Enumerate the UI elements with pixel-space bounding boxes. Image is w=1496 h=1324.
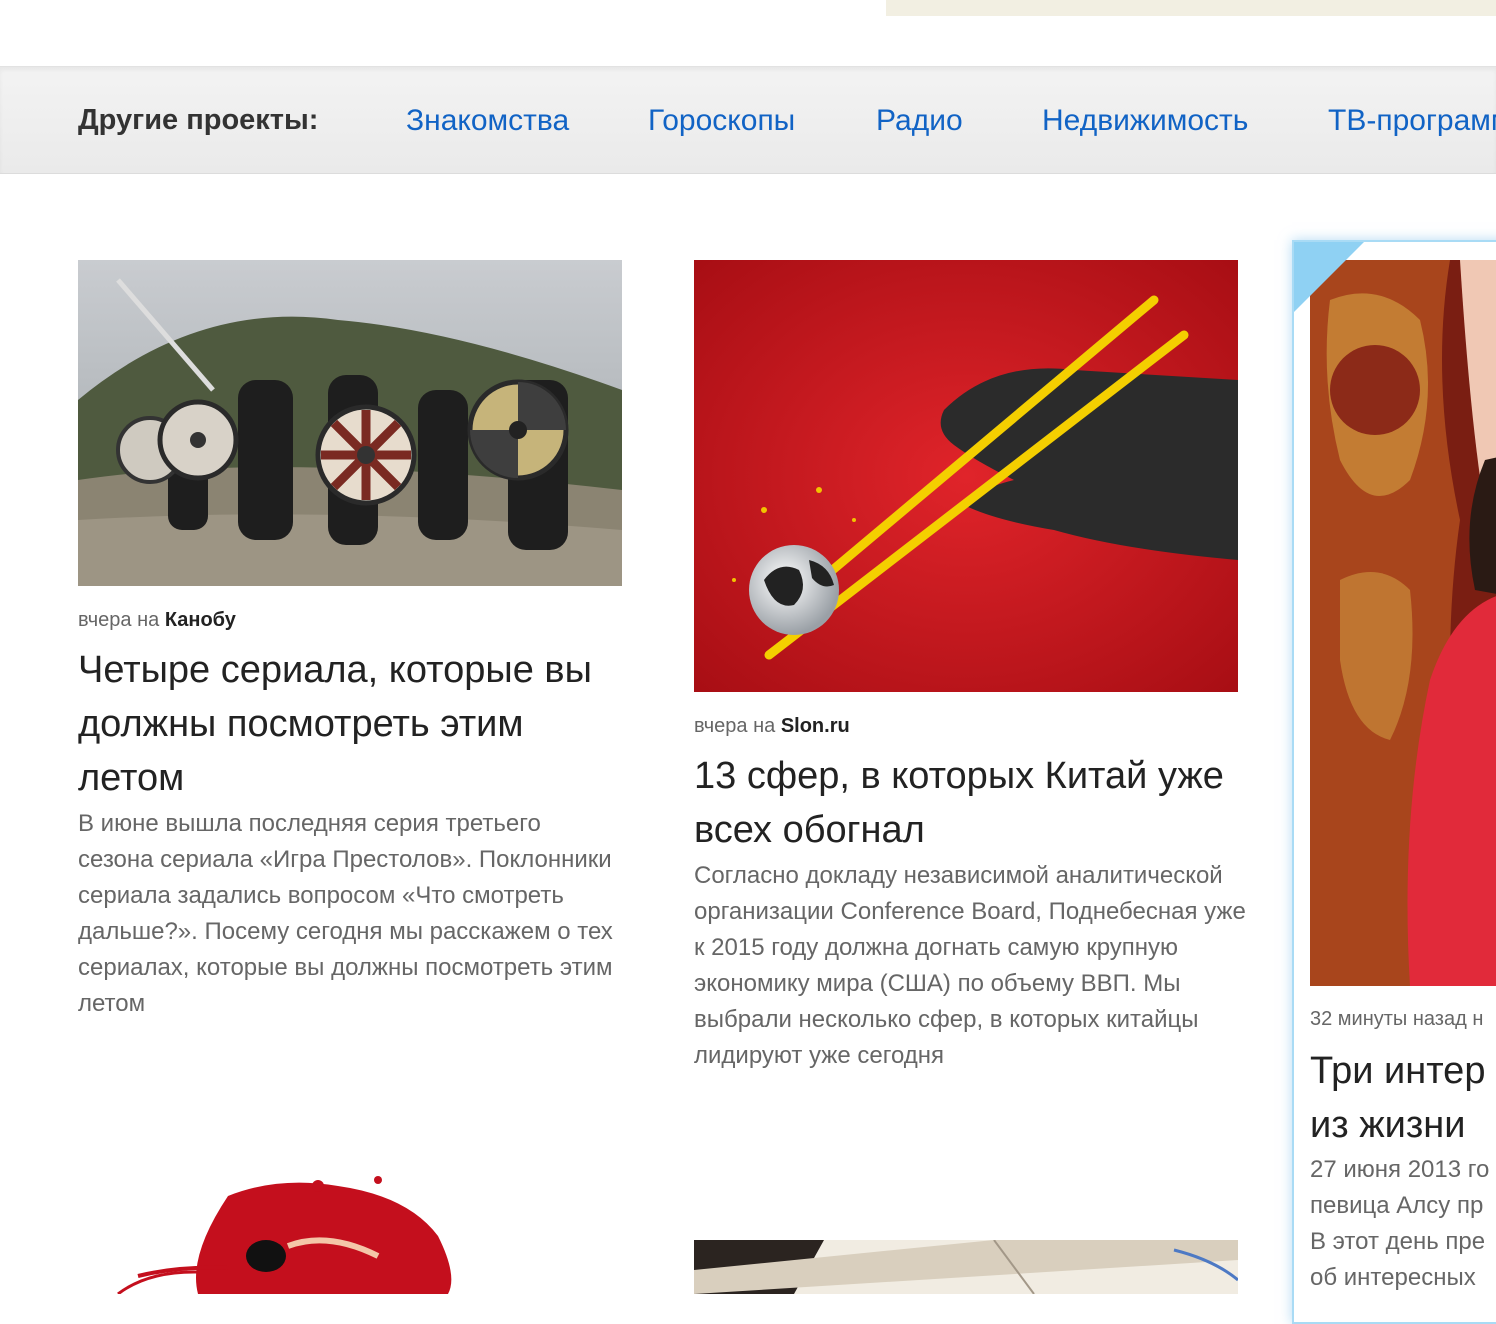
article-time: 32 минуты назад н: [1310, 1008, 1484, 1030]
article-title-line: Три интер: [1310, 1050, 1486, 1092]
other-projects-bar: Другие проекты: Знакомства Гороскопы Рад…: [0, 66, 1496, 174]
article-source-name[interactable]: Slon.ru: [781, 715, 850, 737]
project-link-dating[interactable]: Знакомства: [406, 104, 569, 138]
article-lead: Согласно докладу независимой аналитическ…: [694, 862, 1246, 1069]
article-source: вчера на Канобу: [78, 609, 236, 632]
featured-corner-flag: [1294, 242, 1364, 312]
article-lead-line: В этот день пре: [1310, 1228, 1486, 1255]
featured-article-card[interactable]: 32 минуты назад н Три интер из жизни 27 …: [1292, 240, 1496, 1324]
chopsticks-illustration: [694, 260, 1238, 692]
article-source-name[interactable]: Канобу: [165, 609, 236, 631]
article-image-chopsticks[interactable]: [694, 260, 1238, 692]
article-title[interactable]: Три интер из жизни: [1310, 1044, 1496, 1152]
article-lead-line: об интересных: [1310, 1264, 1476, 1291]
article-source: 32 минуты назад н: [1310, 1008, 1483, 1031]
other-projects-label: Другие проекты:: [78, 104, 319, 136]
red-splash-photo: [78, 1176, 622, 1294]
article-lead-line: певица Алсу пр: [1310, 1192, 1484, 1219]
article-title-line: из жизни: [1310, 1104, 1466, 1146]
article-source: вчера на Slon.ru: [694, 715, 850, 738]
project-link-tv-program[interactable]: ТВ-программ: [1328, 104, 1496, 138]
article-lead-line: 27 июня 2013 го: [1310, 1156, 1490, 1183]
vikings-photo: [78, 260, 622, 586]
article-image-next-2[interactable]: [694, 1240, 1238, 1294]
article-title[interactable]: 13 сфер, в которых Китай уже всех обогна…: [694, 749, 1238, 857]
singer-photo: [1310, 260, 1496, 986]
top-banner: [886, 0, 1496, 16]
article-image-next-1[interactable]: [78, 1176, 622, 1294]
article-time: вчера на: [694, 715, 776, 737]
article-title[interactable]: Четыре сериала, которые вы должны посмот…: [78, 643, 622, 805]
article-lead: В июне вышла последняя серия третьего се…: [78, 810, 613, 1017]
project-link-radio[interactable]: Радио: [876, 104, 963, 138]
article-image-vikings[interactable]: [78, 260, 622, 586]
project-link-horoscopes[interactable]: Гороскопы: [648, 104, 795, 138]
project-link-real-estate[interactable]: Недвижимость: [1042, 104, 1248, 138]
article-time: вчера на: [78, 609, 160, 631]
document-photo: [694, 1240, 1238, 1294]
article-lead: 27 июня 2013 го певица Алсу пр В этот де…: [1310, 1152, 1496, 1296]
article-image-singer[interactable]: [1310, 260, 1496, 986]
